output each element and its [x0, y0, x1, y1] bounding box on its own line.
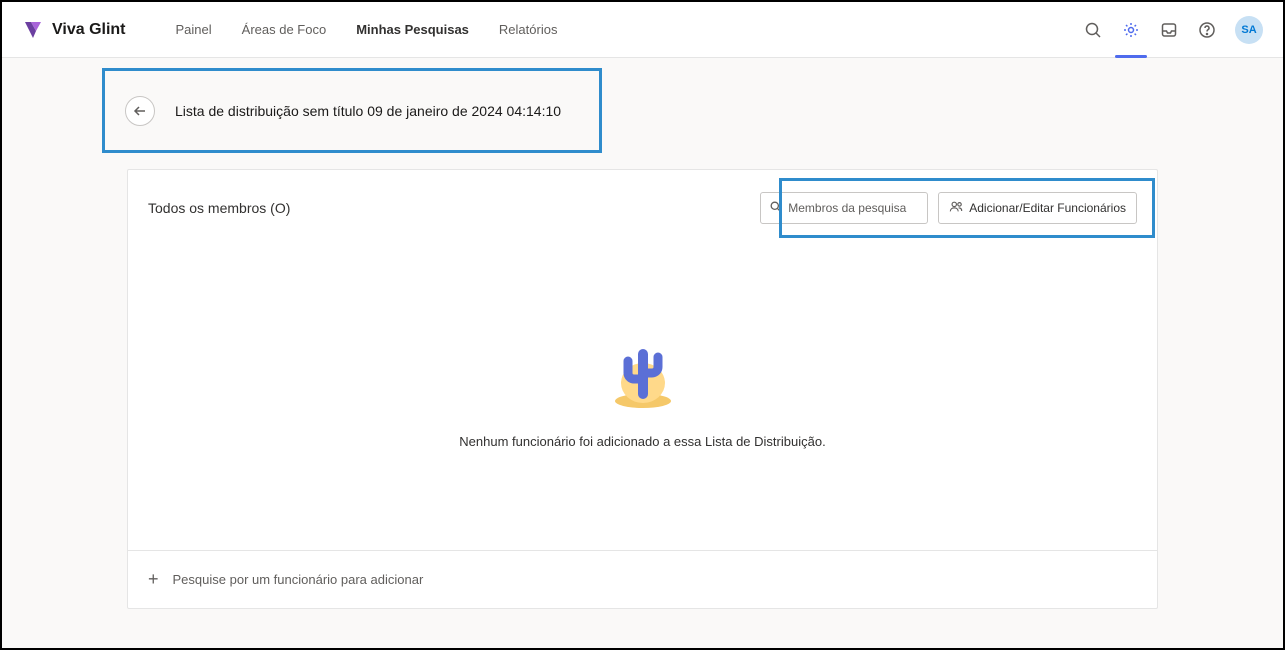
- members-count-label: Todos os membros (O): [148, 200, 290, 216]
- card-header-actions: Adicionar/Editar Funcionários: [760, 192, 1137, 224]
- brand: Viva Glint: [22, 19, 126, 41]
- nav-painel[interactable]: Painel: [176, 22, 212, 37]
- page-title: Lista de distribuição sem título 09 de j…: [175, 103, 561, 119]
- cactus-icon: [598, 331, 688, 416]
- empty-state: Nenhum funcionário foi adicionado a essa…: [128, 230, 1157, 550]
- help-icon[interactable]: [1197, 20, 1217, 40]
- plus-icon: +: [148, 569, 159, 590]
- viva-glint-logon-icon: [22, 19, 44, 41]
- avatar[interactable]: SA: [1235, 16, 1263, 44]
- empty-message: Nenhum funcionário foi adicionado a essa…: [459, 434, 825, 449]
- card-header: Todos os membros (O): [128, 170, 1157, 230]
- page-title-block: Lista de distribuição sem título 09 de j…: [102, 68, 602, 153]
- members-card: Todos os membros (O): [127, 169, 1158, 609]
- members-search-field[interactable]: [788, 201, 919, 215]
- top-nav: Painel Áreas de Foco Minhas Pesquisas Re…: [176, 22, 558, 37]
- nav-relatorios[interactable]: Relatórios: [499, 22, 558, 37]
- add-edit-employees-button[interactable]: Adicionar/Editar Funcionários: [938, 192, 1137, 224]
- controls: Adicionar/Editar Funcionários: [760, 192, 1137, 224]
- back-button[interactable]: [125, 96, 155, 126]
- gear-icon[interactable]: [1121, 20, 1141, 40]
- app-header: Viva Glint Painel Áreas de Foco Minhas P…: [2, 2, 1283, 58]
- header-actions: SA: [1083, 16, 1263, 44]
- add-edit-label: Adicionar/Editar Funcionários: [969, 201, 1126, 215]
- page-body: Lista de distribuição sem título 09 de j…: [2, 58, 1283, 648]
- nav-minhas-pesquisas[interactable]: Minhas Pesquisas: [356, 22, 469, 37]
- inbox-icon[interactable]: [1159, 20, 1179, 40]
- people-icon: [949, 200, 963, 217]
- footer-search-label: Pesquise por um funcionário para adicion…: [173, 572, 424, 587]
- search-icon: [769, 200, 782, 216]
- nav-areas-de-foco[interactable]: Áreas de Foco: [242, 22, 327, 37]
- search-icon[interactable]: [1083, 20, 1103, 40]
- brand-name: Viva Glint: [52, 21, 126, 39]
- add-employee-footer[interactable]: + Pesquise por um funcionário para adici…: [128, 550, 1157, 608]
- members-search-input[interactable]: [760, 192, 928, 224]
